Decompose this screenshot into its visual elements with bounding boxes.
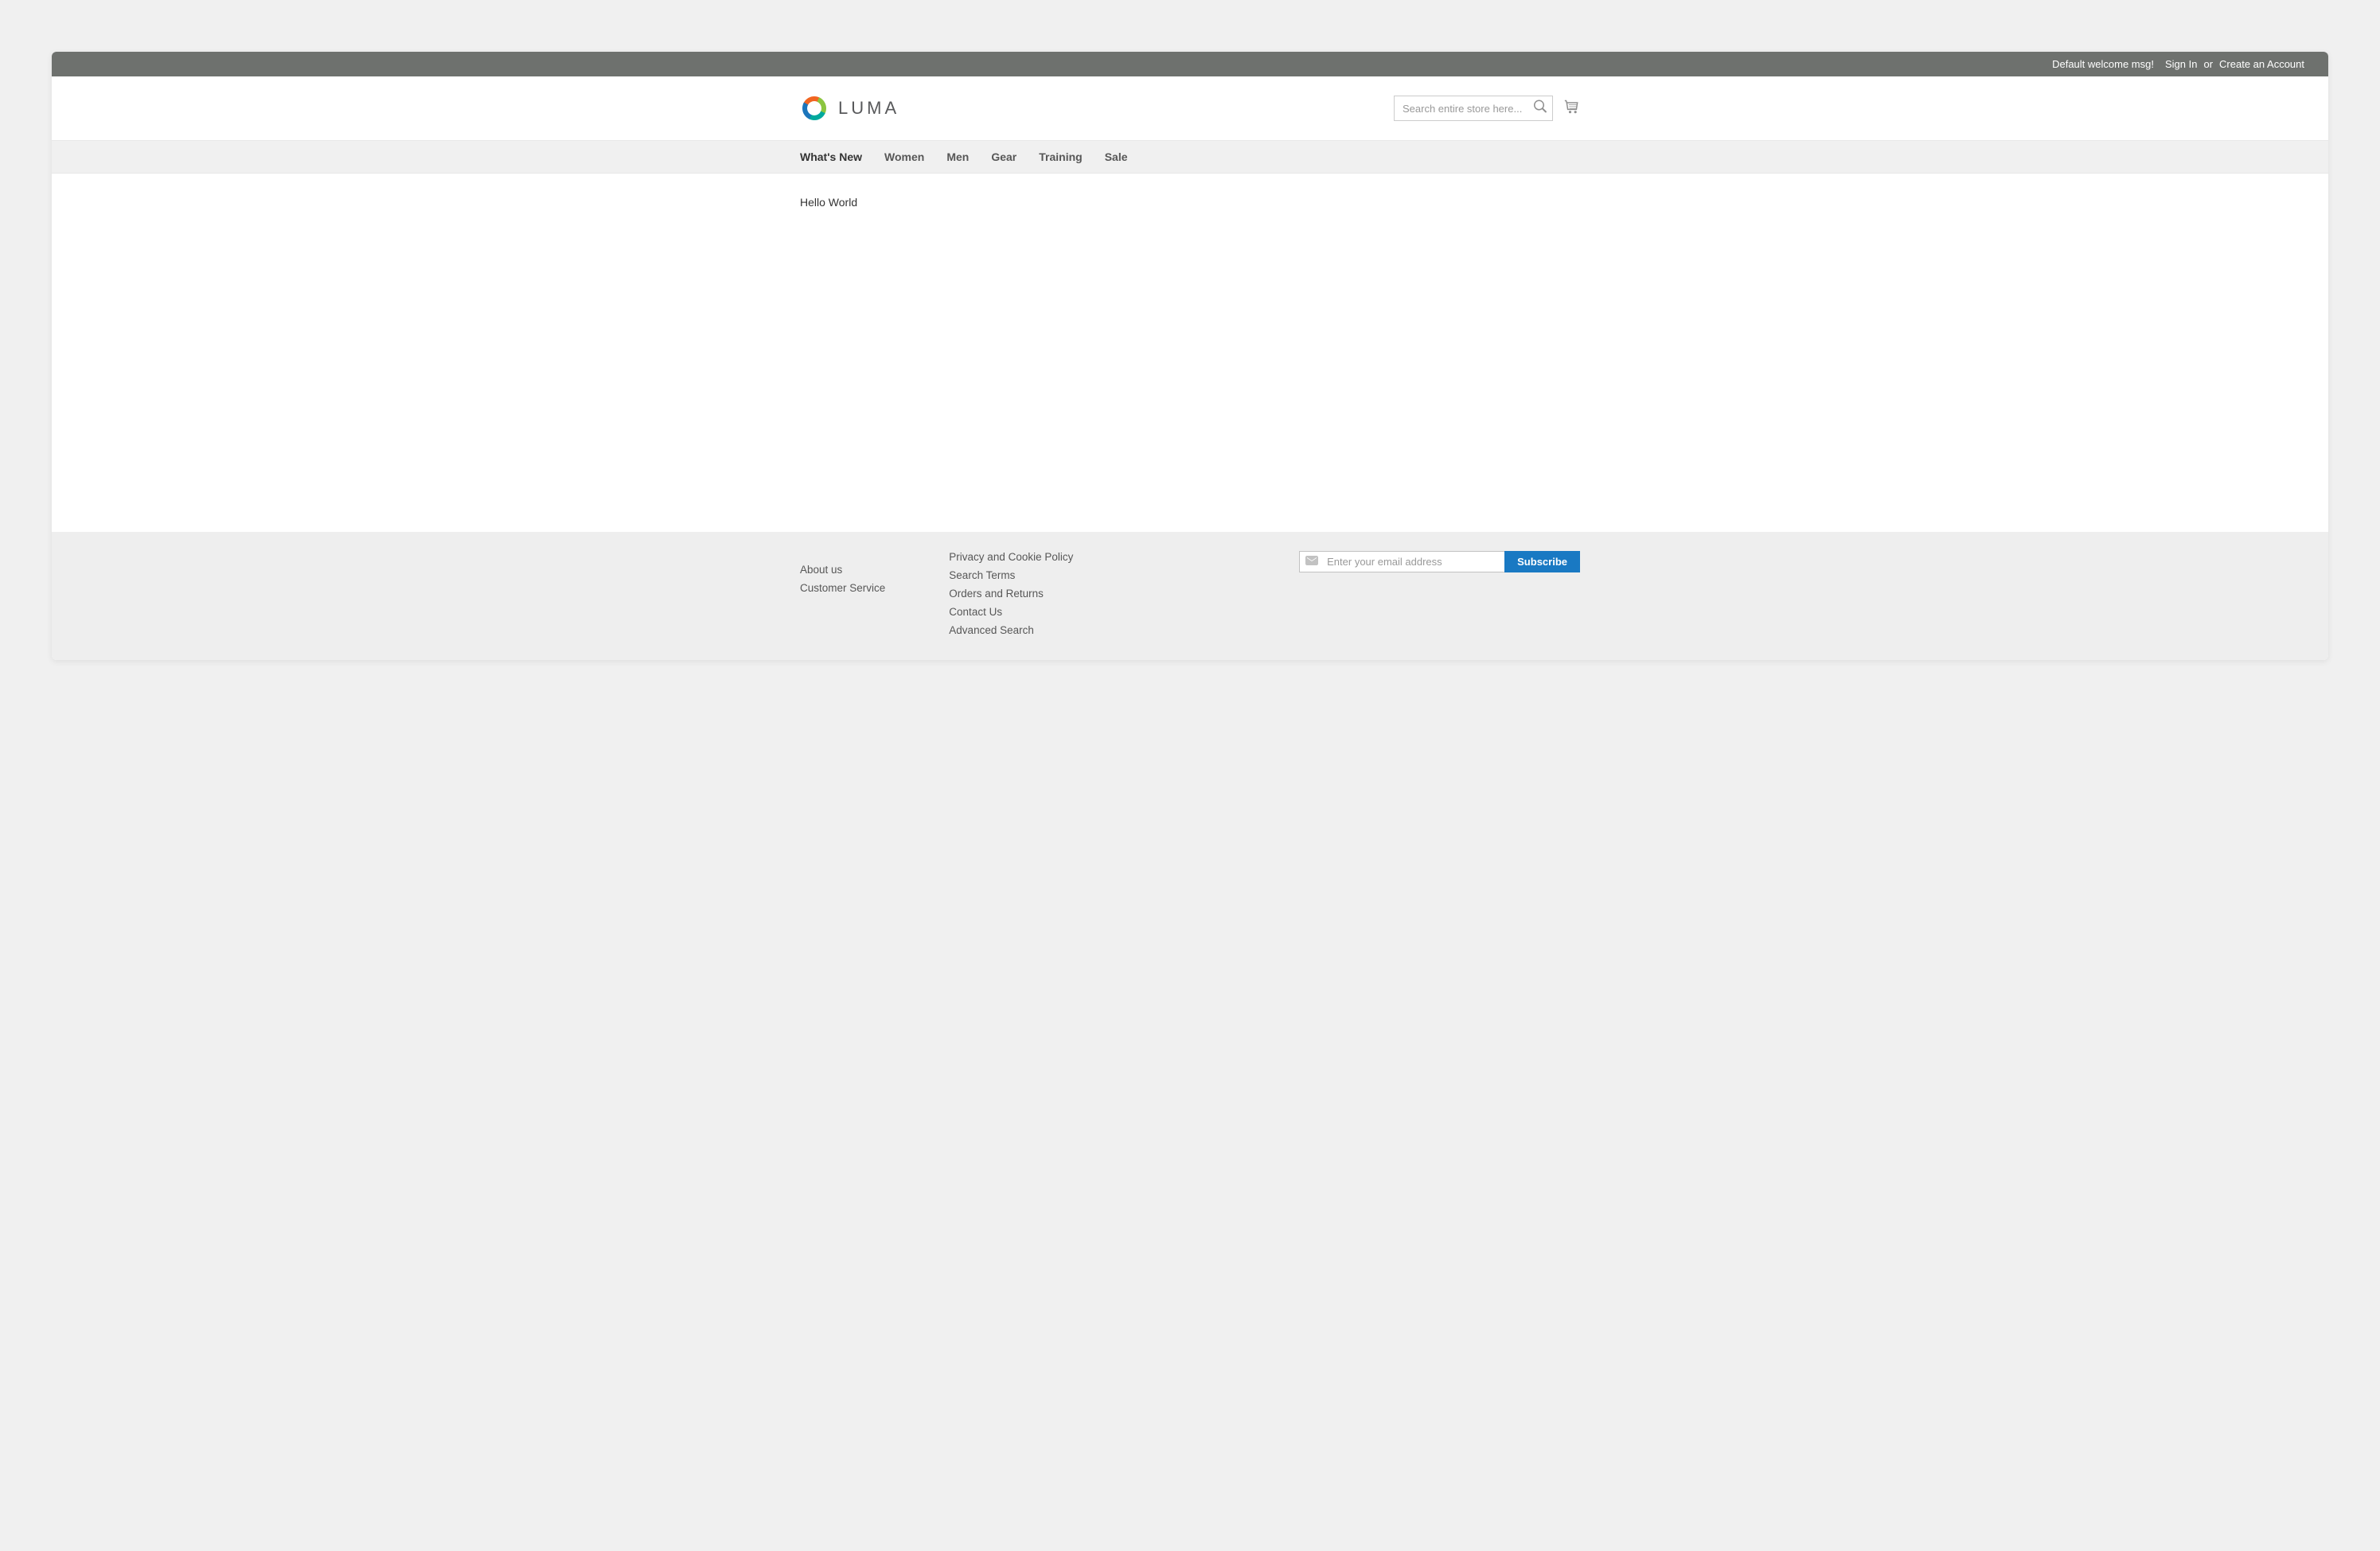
nav-item-women[interactable]: Women [884, 141, 924, 173]
footer-link-customer-service[interactable]: Customer Service [800, 582, 885, 594]
search-icon[interactable] [1534, 100, 1547, 117]
cart-icon[interactable] [1564, 99, 1580, 119]
footer: About us Customer Service Privacy and Co… [52, 532, 2328, 660]
nav-item-whats-new[interactable]: What's New [800, 141, 862, 173]
footer-link-orders-returns[interactable]: Orders and Returns [949, 588, 1073, 600]
subscribe-input-wrapper [1299, 551, 1504, 572]
nav-bar: What's New Women Men Gear Training Sale [52, 140, 2328, 174]
nav-item-men[interactable]: Men [946, 141, 969, 173]
header: LUMA [52, 76, 2328, 140]
sign-in-link[interactable]: Sign In [2165, 58, 2197, 70]
nav-item-gear[interactable]: Gear [991, 141, 1016, 173]
top-bar: Default welcome msg! Sign In or Create a… [52, 52, 2328, 76]
footer-link-search-terms[interactable]: Search Terms [949, 569, 1073, 581]
header-inner: LUMA [792, 94, 1588, 123]
luma-logo-icon [800, 94, 829, 123]
search-input[interactable] [1394, 96, 1553, 121]
search-wrapper [1394, 96, 1553, 121]
content-text: Hello World [800, 196, 1580, 209]
footer-link-privacy[interactable]: Privacy and Cookie Policy [949, 551, 1073, 563]
nav-item-training[interactable]: Training [1039, 141, 1082, 173]
subscribe-wrapper: Subscribe [1299, 551, 1580, 572]
logo-text: LUMA [838, 98, 899, 119]
logo[interactable]: LUMA [800, 94, 899, 123]
footer-link-advanced-search[interactable]: Advanced Search [949, 624, 1073, 636]
nav-item-sale[interactable]: Sale [1105, 141, 1128, 173]
footer-link-about[interactable]: About us [800, 564, 885, 576]
footer-left: About us Customer Service Privacy and Co… [800, 551, 1073, 636]
footer-link-contact[interactable]: Contact Us [949, 606, 1073, 618]
footer-col-2: Privacy and Cookie Policy Search Terms O… [949, 551, 1073, 636]
mail-icon [1305, 555, 1318, 569]
page-wrapper: Default welcome msg! Sign In or Create a… [52, 52, 2328, 660]
footer-col-1: About us Customer Service [800, 551, 885, 636]
header-right [1394, 96, 1580, 121]
footer-inner: About us Customer Service Privacy and Co… [792, 551, 1588, 636]
create-account-link[interactable]: Create an Account [2219, 58, 2304, 70]
subscribe-button[interactable]: Subscribe [1504, 551, 1580, 572]
subscribe-email-input[interactable] [1299, 551, 1504, 572]
main-content: Hello World [792, 174, 1588, 532]
separator-text: or [2203, 58, 2213, 70]
welcome-message: Default welcome msg! [2052, 58, 2154, 70]
nav-inner: What's New Women Men Gear Training Sale [792, 141, 1588, 173]
